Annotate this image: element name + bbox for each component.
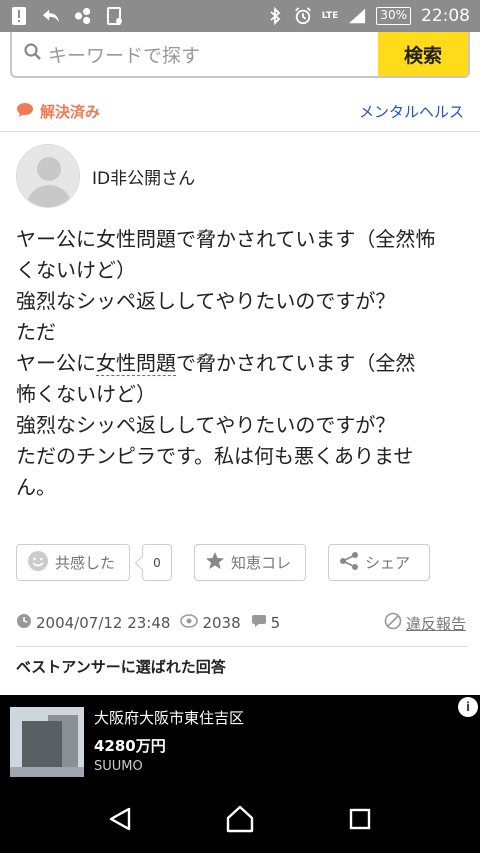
signal-icon: [348, 7, 366, 25]
home-button[interactable]: [220, 799, 260, 839]
question-author: ID非公開さん: [16, 144, 195, 208]
question-line: ん。: [16, 475, 56, 499]
ad-banner[interactable]: 大阪府大阪市東住吉区 4280万円 SUUMO i: [0, 695, 480, 785]
chie-label: 知恵コレ: [231, 554, 292, 572]
question-line: ヤー公に女性問題で脅かされています（全然: [16, 348, 468, 379]
question-fragment: ヤー公に: [16, 351, 96, 375]
search-box: キーワードで探す 検索: [10, 32, 470, 78]
question-header: 解決済み メンタルヘルス: [0, 92, 480, 132]
question-actions: 共感した 0 知恵コレ シェア: [16, 544, 430, 581]
best-answer-heading: ベストアンサーに選ばれた回答: [16, 658, 226, 676]
home-icon: [226, 805, 254, 833]
report-link[interactable]: 違反報告: [384, 612, 466, 634]
question-fragment: で脅かされています（全然: [176, 351, 416, 375]
answer-count: 5: [270, 614, 281, 632]
report-label: 違反報告: [405, 614, 466, 633]
search-input[interactable]: キーワードで探す: [12, 32, 378, 76]
ad-brand: SUUMO: [94, 759, 143, 774]
post-date: 2004/07/12 23:48: [36, 614, 171, 632]
question-line: ただのチンピラです。私は何も悪くありませ: [16, 444, 414, 468]
share-icon: [339, 551, 359, 575]
comment-icon: [251, 614, 267, 632]
search-button[interactable]: 検索: [378, 32, 468, 76]
back-button[interactable]: [100, 799, 140, 839]
question-line: 強烈なシッペ返ししてやりたいのですが？: [16, 413, 396, 437]
smiley-icon: [27, 550, 49, 576]
question-body: ヤー公に女性問題で脅かされています（全然怖 くないけど） 強烈なシッペ返ししてや…: [16, 224, 468, 503]
empathy-count: 0: [142, 544, 172, 581]
username: ID非公開さん: [92, 168, 196, 189]
resolved-label: 解決済み: [40, 103, 101, 121]
question-line: ヤー公に女性問題で脅かされています（全然怖: [16, 227, 436, 251]
battery-indicator: 30%: [376, 7, 411, 25]
ad-title: 大阪府大阪市東住吉区: [94, 709, 245, 727]
status-bar: LTE 30% 22:08: [0, 0, 480, 32]
search-bar: キーワードで探す 検索: [0, 32, 480, 82]
prohibited-icon: [384, 612, 402, 634]
search-icon: [24, 42, 42, 66]
keyword-link[interactable]: 女性問題: [96, 351, 176, 376]
alarm-icon: [294, 7, 312, 25]
question-line: 怖くないけど）: [16, 382, 156, 406]
search-placeholder: キーワードで探す: [48, 44, 201, 67]
share-label: シェア: [365, 554, 411, 572]
screenshot-icon: [106, 7, 124, 25]
navigation-bar: [0, 785, 480, 853]
recent-apps-button[interactable]: [340, 799, 380, 839]
empathy-label: 共感した: [55, 554, 116, 572]
share-nodes-icon: [74, 7, 92, 25]
clock-icon: [16, 613, 32, 633]
question-line: ただ: [16, 320, 56, 344]
square-icon: [349, 808, 371, 830]
alert-icon: [10, 7, 28, 25]
star-icon: [205, 551, 225, 575]
speech-bubble-icon: [16, 102, 34, 122]
share-button[interactable]: シェア: [328, 544, 430, 581]
question-line: くないけど）: [16, 258, 136, 282]
question-meta: 2004/07/12 23:48 2038 5 違反報告: [16, 612, 466, 634]
ad-info-icon[interactable]: i: [458, 697, 478, 717]
ad-price: 4280万円: [94, 737, 166, 755]
back-triangle-icon: [109, 807, 131, 831]
bluetooth-icon: [266, 7, 284, 25]
avatar: [16, 144, 80, 208]
resolved-badge: 解決済み: [16, 101, 100, 122]
eye-icon: [180, 614, 199, 632]
lte-indicator: LTE: [321, 11, 339, 21]
empathy-button[interactable]: 共感した: [16, 544, 130, 581]
ad-image: [10, 707, 84, 777]
divider: [16, 646, 468, 647]
clock: 22:08: [421, 6, 470, 26]
view-count: 2038: [202, 614, 241, 632]
category-link[interactable]: メンタルヘルス: [359, 101, 464, 122]
back-arrow-icon: [42, 7, 60, 25]
question-line: 強烈なシッペ返ししてやりたいのですが？: [16, 289, 396, 313]
chie-collection-button[interactable]: 知恵コレ: [194, 544, 306, 581]
